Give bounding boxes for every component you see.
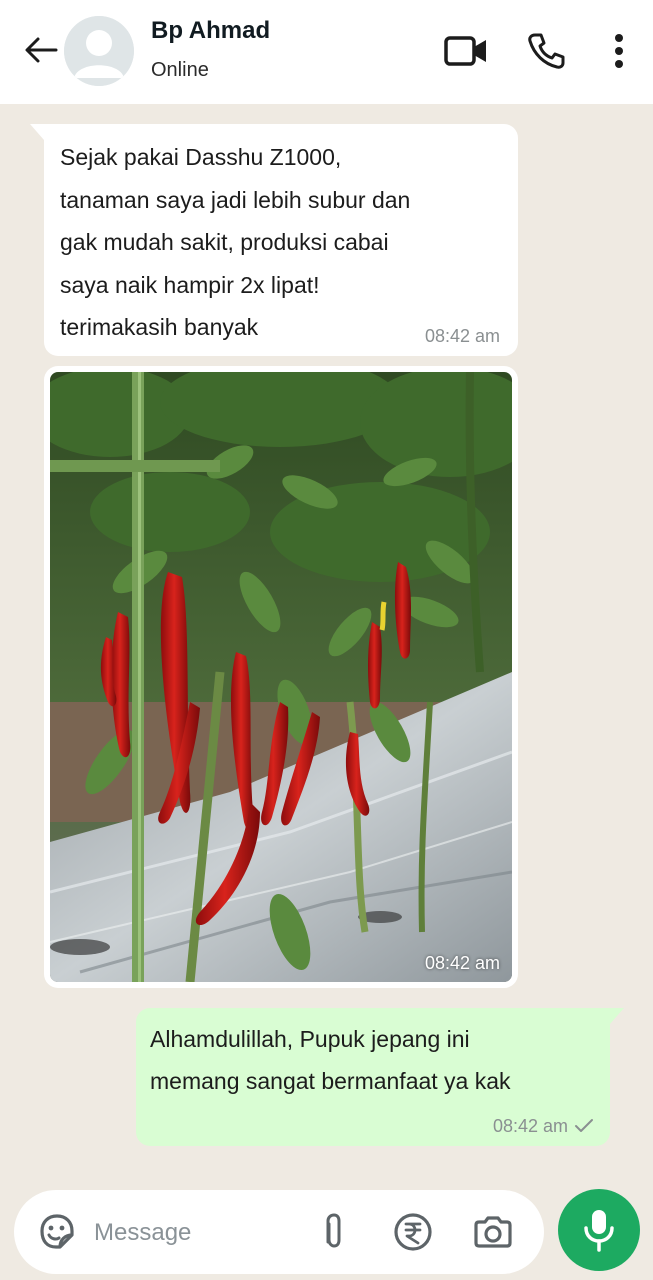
back-arrow-icon [25, 37, 58, 63]
bubble-tail [30, 124, 44, 140]
outgoing-message[interactable]: Alhamdulillah, Pupuk jepang ini memang s… [136, 1008, 624, 1146]
more-options-button[interactable] [604, 26, 634, 76]
message-time: 08:42 am [492, 1116, 568, 1136]
incoming-image-message[interactable]: 08:42 am [44, 366, 518, 988]
sticker-icon [40, 1214, 74, 1249]
contact-name[interactable]: Bp Ahmad [151, 17, 270, 45]
chat-header: Bp Ahmad Online [0, 0, 653, 104]
message-input[interactable] [92, 1210, 306, 1256]
incoming-message[interactable]: Sejak pakai Dasshu Z1000, tanaman saya j… [30, 124, 518, 356]
message-text: Alhamdulillah, Pupuk jepang ini memang s… [150, 1026, 511, 1094]
chat-area[interactable]: Sejak pakai Dasshu Z1000, tanaman saya j… [0, 104, 653, 1280]
voice-call-button[interactable] [522, 26, 570, 76]
bubble-tail [610, 1008, 624, 1024]
rupee-payment-icon [394, 1213, 432, 1251]
message-time: 08:42 am [424, 326, 500, 346]
sent-check-icon [575, 1119, 593, 1132]
back-button[interactable] [20, 28, 62, 72]
payment-button[interactable] [390, 1210, 436, 1254]
video-call-icon [444, 36, 486, 66]
voice-record-button[interactable] [558, 1189, 640, 1271]
mic-icon [584, 1210, 614, 1252]
camera-icon [474, 1216, 512, 1248]
contact-avatar[interactable] [64, 16, 134, 86]
chili-plant-photo[interactable] [50, 372, 512, 982]
contact-status: Online [151, 59, 209, 81]
chili-plant-image [50, 372, 512, 982]
attach-button[interactable] [314, 1210, 354, 1254]
image-time: 08:42 am [424, 953, 500, 973]
video-call-button[interactable] [440, 26, 492, 76]
phone-icon [528, 33, 565, 69]
sticker-button[interactable] [34, 1210, 80, 1254]
camera-button[interactable] [470, 1210, 516, 1254]
message-text: Sejak pakai Dasshu Z1000, tanaman saya j… [60, 144, 411, 340]
more-options-icon [615, 34, 623, 68]
attach-icon [326, 1213, 341, 1248]
default-avatar-icon [64, 16, 134, 86]
message-composer [14, 1190, 544, 1274]
